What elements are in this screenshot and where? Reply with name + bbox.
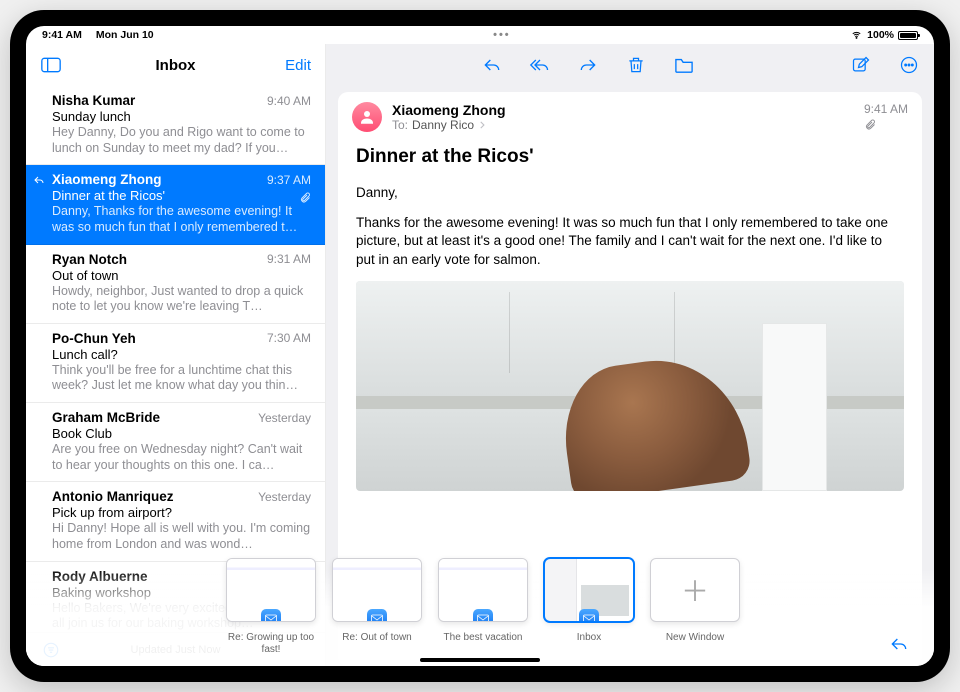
message-time: 7:30 AM xyxy=(267,331,311,345)
attachment-icon xyxy=(864,118,908,132)
message-preview: Howdy, neighbor, Just wanted to drop a q… xyxy=(52,284,311,315)
to-label: To: xyxy=(392,118,408,132)
from-name[interactable]: Xiaomeng Zhong xyxy=(392,102,864,118)
message-sender: Antonio Manriquez xyxy=(52,489,174,504)
shelf-item[interactable]: Inbox xyxy=(544,558,634,654)
battery-percent: 100% xyxy=(867,29,894,41)
shelf-item[interactable]: Re: Out of town xyxy=(332,558,422,654)
message-item[interactable]: Xiaomeng Zhong 9:37 AMDinner at the Ricos… xyxy=(26,165,325,244)
shelf-thumbnail[interactable] xyxy=(226,558,316,622)
message-item[interactable]: Ryan Notch 9:31 AM Out of townHowdy, neigh… xyxy=(26,245,325,324)
message-item[interactable]: Po-Chun Yeh 7:30 AM Lunch call?Think you'l… xyxy=(26,324,325,403)
mail-badge-icon xyxy=(261,609,281,622)
home-indicator[interactable] xyxy=(420,658,540,662)
shelf-label: The best vacation xyxy=(438,632,528,654)
reply-all-icon[interactable] xyxy=(525,50,555,80)
battery-icon xyxy=(898,31,918,40)
plus-icon: ＋ xyxy=(651,559,739,621)
shelf-label: New Window xyxy=(650,632,740,654)
shelf-item[interactable]: Re: Growing up too fast! xyxy=(226,558,316,654)
reply-icon[interactable] xyxy=(477,50,507,80)
message-preview: Are you free on Wednesday night? Can't w… xyxy=(52,442,311,473)
message-preview: Hey Danny, Do you and Rigo want to come … xyxy=(52,125,311,156)
message-attachment-image[interactable] xyxy=(356,281,904,491)
ipad-screen: 9:41 AM Mon Jun 10 ••• 100% Inbox Edit N… xyxy=(26,26,934,666)
message-subject: Out of town xyxy=(52,268,311,283)
attachment-icon xyxy=(299,191,311,205)
message-sender: Xiaomeng Zhong xyxy=(52,172,162,187)
shelf-label: Re: Out of town xyxy=(332,632,422,654)
shelf-thumbnail[interactable]: ＋ xyxy=(650,558,740,622)
compose-float-icon[interactable] xyxy=(888,634,910,654)
message-time: 9:37 AM xyxy=(267,173,311,187)
detail-toolbar xyxy=(326,44,934,86)
mail-badge-icon xyxy=(473,609,493,622)
status-time: 9:41 AM xyxy=(42,29,82,41)
message-subject: Pick up from airport? xyxy=(52,505,311,520)
message-subject: Lunch call? xyxy=(52,347,311,362)
message-item[interactable]: Antonio Manriquez YesterdayPick up from a… xyxy=(26,482,325,561)
message-text: Thanks for the awesome evening! It was s… xyxy=(356,214,904,269)
message-sender: Graham McBride xyxy=(52,410,160,425)
replied-icon xyxy=(33,174,45,186)
message-item[interactable]: Graham McBride YesterdayBook ClubAre you … xyxy=(26,403,325,482)
shelf-label: Inbox xyxy=(544,632,634,654)
more-icon[interactable] xyxy=(894,50,924,80)
shelf-thumbnail[interactable] xyxy=(332,558,422,622)
message-preview: Danny, Thanks for the awesome evening! I… xyxy=(52,204,311,235)
sender-avatar[interactable] xyxy=(352,102,382,132)
ipad-frame: 9:41 AM Mon Jun 10 ••• 100% Inbox Edit N… xyxy=(10,10,950,682)
status-bar: 9:41 AM Mon Jun 10 ••• 100% xyxy=(26,26,934,44)
message-time: 9:41 AM xyxy=(864,102,908,116)
wifi-icon xyxy=(850,30,863,40)
multitask-indicator[interactable]: ••• xyxy=(493,29,511,41)
chevron-right-icon xyxy=(478,120,486,130)
shelf-item[interactable]: The best vacation xyxy=(438,558,528,654)
message-preview: Hi Danny! Hope all is well with you. I'm… xyxy=(52,521,311,552)
message-time: Yesterday xyxy=(258,490,311,504)
message-greeting: Danny, xyxy=(356,184,904,202)
shelf-label: Re: Growing up too fast! xyxy=(226,632,316,654)
message-header: Xiaomeng Zhong To: Danny Rico 9:41 AM xyxy=(338,92,922,138)
message-sender: Po-Chun Yeh xyxy=(52,331,136,346)
message-time: Yesterday xyxy=(258,411,311,425)
mail-badge-icon xyxy=(367,609,387,622)
message-sender: Ryan Notch xyxy=(52,252,127,267)
shelf-item[interactable]: ＋ New Window xyxy=(650,558,740,654)
sidebar-header: Inbox Edit xyxy=(26,44,325,86)
status-date: Mon Jun 10 xyxy=(96,29,154,41)
app-shelf: Re: Growing up too fast! Re: Out of town T… xyxy=(26,568,934,666)
message-subject: Book Club xyxy=(52,426,311,441)
message-time: 9:40 AM xyxy=(267,94,311,108)
message-subject: Sunday lunch xyxy=(52,109,311,124)
message-subject: Dinner at the Ricos' xyxy=(52,188,311,203)
message-item[interactable]: Nisha Kumar 9:40 AMSunday lunchHey Danny,… xyxy=(26,86,325,165)
forward-icon[interactable] xyxy=(573,50,603,80)
shelf-thumbnail[interactable] xyxy=(544,558,634,622)
sidebar-title: Inbox xyxy=(26,57,325,74)
message-list[interactable]: Nisha Kumar 9:40 AMSunday lunchHey Danny,… xyxy=(26,86,325,632)
mail-badge-icon xyxy=(579,609,599,622)
compose-icon[interactable] xyxy=(846,50,876,80)
message-subject: Dinner at the Ricos' xyxy=(356,146,904,168)
to-line[interactable]: To: Danny Rico xyxy=(392,118,864,132)
shelf-thumbnail[interactable] xyxy=(438,558,528,622)
message-time: 9:31 AM xyxy=(267,252,311,266)
message-preview: Think you'll be free for a lunchtime cha… xyxy=(52,363,311,394)
mail-app: Inbox Edit Nisha Kumar 9:40 AMSunday lunc… xyxy=(26,44,934,666)
message-sender: Nisha Kumar xyxy=(52,93,135,108)
to-name: Danny Rico xyxy=(412,118,474,132)
move-folder-icon[interactable] xyxy=(669,50,699,80)
trash-icon[interactable] xyxy=(621,50,651,80)
